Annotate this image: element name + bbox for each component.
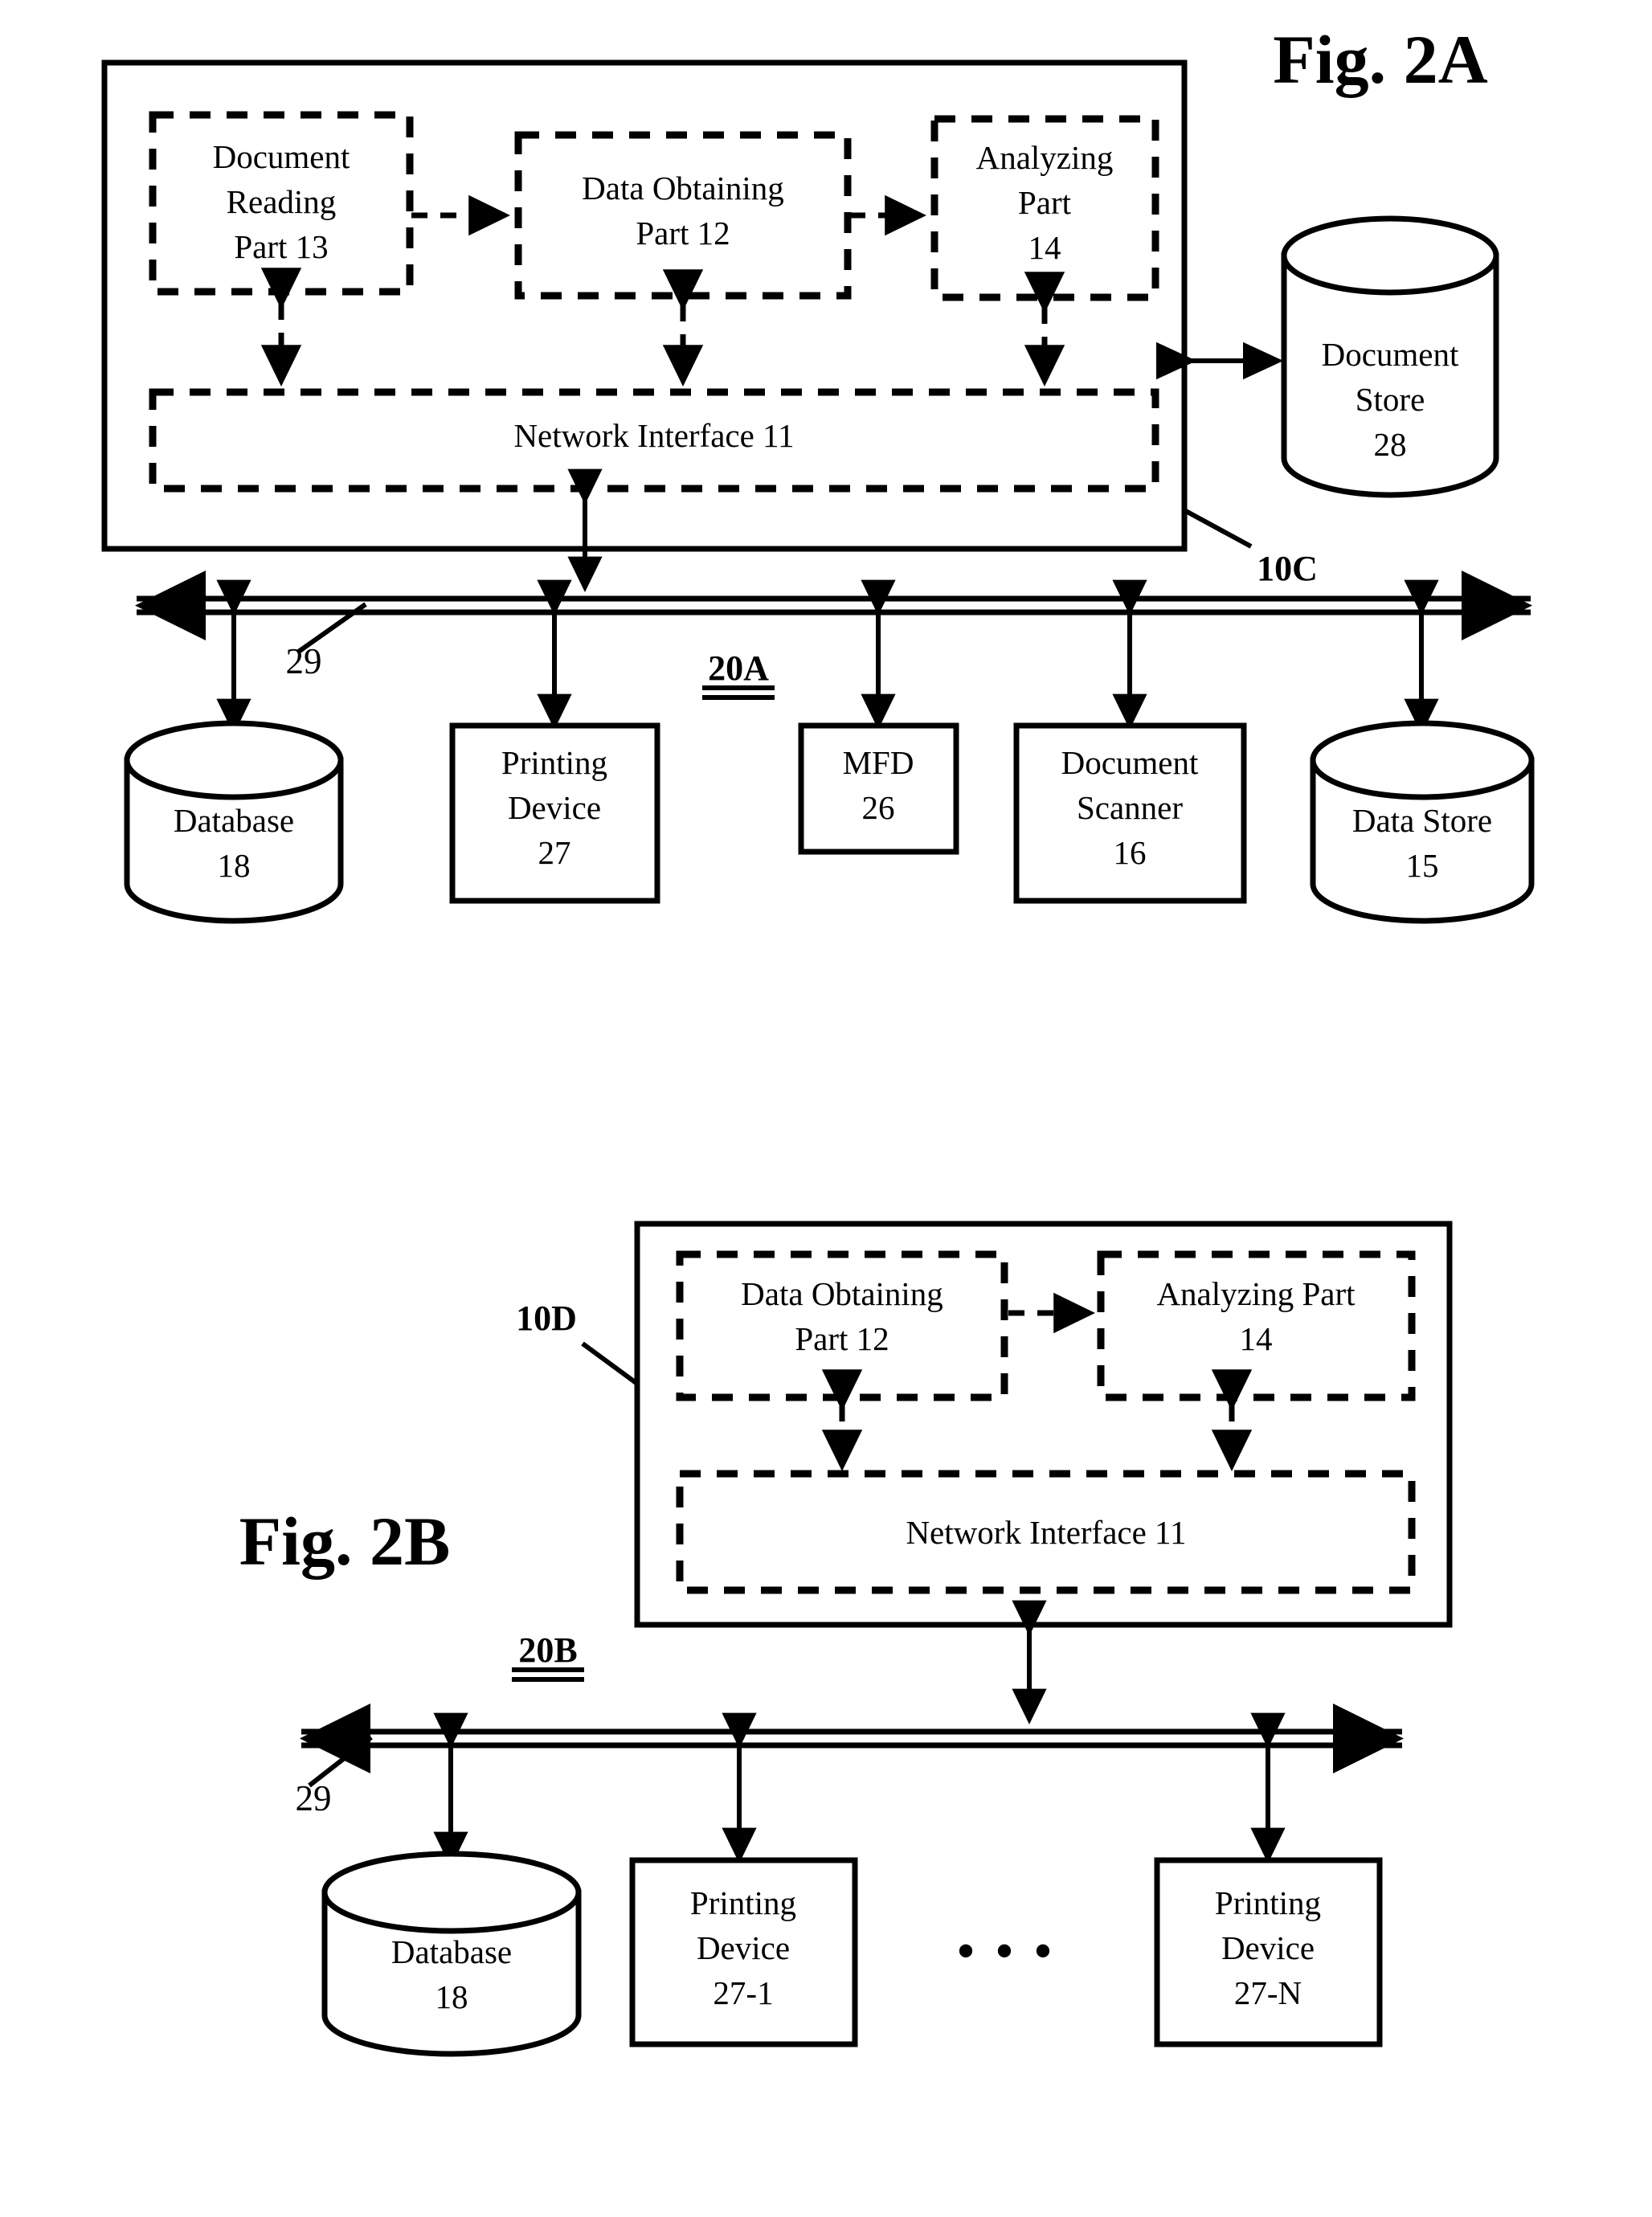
leader-10c	[1183, 508, 1253, 549]
mfd-line1-2a: MFD	[843, 744, 914, 781]
database-line2-2b: 18	[435, 1978, 468, 2015]
leader-10d	[581, 1341, 639, 1386]
document-reading-part-line3: Part 13	[234, 228, 328, 265]
ref-20a: 20A	[708, 648, 769, 688]
data-obtaining-part-line2-2b: Part 12	[795, 1320, 889, 1357]
document-scanner-line3-2a: 16	[1114, 834, 1147, 871]
printing-device-n-line1: Printing	[1215, 1884, 1321, 1921]
bus-arrow-left-2a	[135, 571, 206, 640]
figure-2b: Fig. 2B Data Obtaining Part 12 Analyzing…	[239, 1221, 1453, 2057]
analyzing-part-line2: Part	[1018, 184, 1072, 221]
network-bus-20b	[300, 1704, 1404, 1773]
data-obtaining-part-line2: Part 12	[636, 215, 730, 252]
bus-arrow-right-2b	[1333, 1704, 1404, 1773]
network-interface-label-2a: Network Interface 11	[513, 417, 794, 454]
printing-device-n-line2: Device	[1221, 1929, 1315, 1966]
figure-2b-title: Fig. 2B	[239, 1503, 451, 1580]
data-obtaining-part-line1-2b: Data Obtaining	[741, 1275, 943, 1312]
data-store-line1-2a: Data Store	[1352, 802, 1492, 839]
document-store-line2: Store	[1356, 381, 1425, 418]
mfd-line2-2a: 26	[862, 789, 895, 826]
ref-10c: 10C	[1257, 549, 1318, 588]
document-scanner-line1-2a: Document	[1061, 744, 1199, 781]
database-line2-2a: 18	[218, 847, 251, 884]
ref-29-2a: 29	[286, 641, 322, 681]
network-interface-label-2b: Network Interface 11	[906, 1514, 1186, 1551]
printing-device-1-line2: Device	[697, 1929, 790, 1966]
printing-device-line2-2a: Device	[508, 789, 601, 826]
printing-device-1-line1: Printing	[690, 1884, 796, 1921]
document-reading-part-line2: Reading	[227, 183, 337, 220]
data-store-line2-2a: 15	[1406, 847, 1439, 884]
document-reading-part-line1: Document	[213, 138, 350, 175]
data-obtaining-part-line1: Data Obtaining	[582, 170, 784, 207]
analyzing-part-line1: Analyzing	[976, 139, 1114, 176]
database-line1-2a: Database	[174, 802, 294, 839]
bus-arrow-right-2a	[1462, 571, 1532, 640]
analyzing-part-line2-2b: 14	[1240, 1320, 1273, 1357]
document-scanner-line2-2a: Scanner	[1077, 789, 1183, 826]
analyzing-part-line3: 14	[1028, 229, 1061, 266]
figure-2a-title: Fig. 2A	[1273, 21, 1488, 98]
figure-canvas: Fig. 2A Document Reading Part 13 Data Ob…	[101, 21, 1535, 2057]
analyzing-part-line1-2b: Analyzing Part	[1156, 1275, 1356, 1312]
patent-figure-sheet: Fig. 2A Document Reading Part 13 Data Ob…	[0, 0, 1652, 2217]
ref-29-2b: 29	[296, 1778, 332, 1818]
network-bus-20a	[135, 571, 1532, 640]
document-store-line3: 28	[1374, 426, 1407, 463]
ref-20b: 20B	[518, 1630, 577, 1670]
database-line1-2b: Database	[391, 1933, 512, 1970]
figure-2a: Fig. 2A Document Reading Part 13 Data Ob…	[101, 21, 1535, 924]
printing-device-line1-2a: Printing	[501, 744, 607, 781]
device-list-ellipsis: • • •	[957, 1925, 1056, 1978]
ref-10d: 10D	[516, 1299, 577, 1338]
printing-device-n-line3: 27-N	[1234, 1974, 1302, 2011]
document-store-line1: Document	[1322, 336, 1459, 373]
printing-device-line3-2a: 27	[538, 834, 571, 871]
printing-device-1-line3: 27-1	[713, 1974, 773, 2011]
